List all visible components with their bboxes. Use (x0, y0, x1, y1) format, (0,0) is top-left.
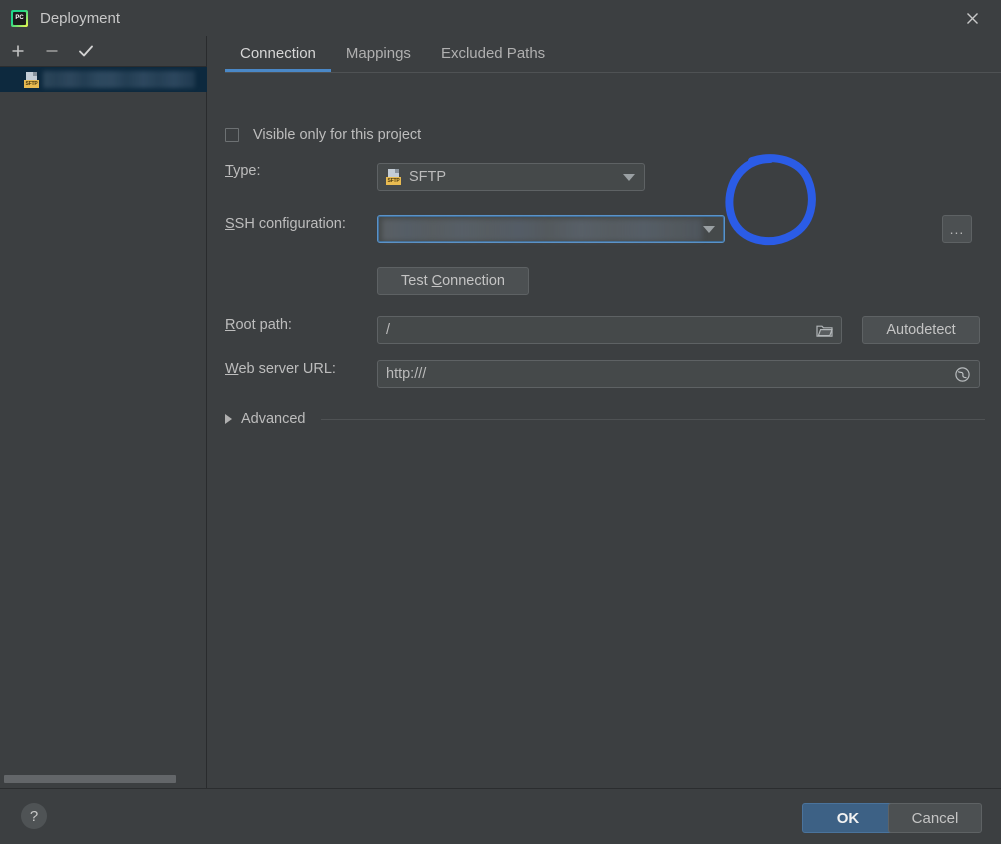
web-server-url-label-wrap: Web server URL: (225, 361, 336, 377)
pycharm-icon (11, 9, 28, 27)
plus-icon[interactable] (8, 41, 28, 61)
sftp-badge-label: SFTP (386, 177, 401, 185)
advanced-label: Advanced (241, 411, 306, 427)
type-label: Type: (225, 163, 261, 179)
root-path-label-wrap: Root path: (225, 317, 292, 333)
sftp-badge-label: SFTP (24, 79, 39, 88)
ssh-configuration-combobox[interactable] (377, 215, 725, 243)
help-button[interactable]: ? (21, 803, 47, 829)
root-path-label: Root path: (225, 317, 292, 333)
visible-only-checkbox[interactable] (225, 128, 239, 142)
type-value: SFTP (409, 169, 447, 185)
tab-connection[interactable]: Connection (225, 36, 331, 72)
tab-excluded-paths[interactable]: Excluded Paths (426, 36, 560, 72)
ssh-config-label-wrap: SSH configuration: (225, 216, 346, 232)
type-label-wrap: Type: (225, 163, 260, 179)
server-list-toolbar (0, 36, 206, 67)
type-combobox[interactable]: SFTP SFTP (377, 163, 645, 191)
advanced-divider (320, 418, 985, 420)
root-path-input[interactable]: / (377, 316, 842, 344)
window-title: Deployment (40, 9, 121, 27)
tab-mappings[interactable]: Mappings (331, 36, 426, 72)
title-bar: Deployment (0, 0, 1001, 36)
chevron-down-icon[interactable] (623, 174, 635, 181)
chevron-down-icon[interactable] (703, 226, 715, 233)
test-connection-label: Test Connection (401, 273, 505, 289)
ok-button[interactable]: OK (802, 803, 894, 833)
visible-only-row: Visible only for this project (225, 127, 421, 143)
autodetect-button[interactable]: Autodetect (862, 316, 980, 344)
dialog-button-bar: ? OK Cancel (0, 788, 1001, 844)
web-server-url-input[interactable]: http:/// (377, 360, 980, 388)
ssh-configuration-label: SSH configuration: (225, 216, 346, 232)
autodetect-label: Autodetect (886, 322, 956, 338)
test-connection-button[interactable]: Test Connection (377, 267, 529, 295)
web-server-url-label: Web server URL: (225, 361, 336, 377)
root-path-value: / (386, 322, 391, 338)
web-server-url-value: http:/// (386, 366, 427, 382)
close-icon[interactable] (943, 0, 1001, 36)
server-name-redacted (43, 71, 195, 88)
tab-bar-divider (225, 72, 1001, 73)
deployment-dialog: Deployment (0, 0, 1001, 844)
globe-icon[interactable] (949, 362, 975, 386)
visible-only-label: Visible only for this project (253, 127, 422, 143)
list-item[interactable]: SFTP (0, 67, 207, 92)
triangle-right-icon[interactable] (225, 414, 232, 424)
ellipsis-icon: ... (949, 221, 965, 237)
tab-bar: Connection Mappings Excluded Paths (208, 36, 1001, 73)
ssh-configuration-browse-button[interactable]: ... (942, 215, 972, 243)
check-icon[interactable] (76, 41, 96, 61)
ssh-configuration-value-redacted (382, 219, 702, 241)
sftp-file-icon: SFTP (24, 71, 40, 88)
cancel-button[interactable]: Cancel (888, 803, 982, 833)
scrollbar-thumb[interactable] (4, 775, 176, 783)
advanced-section[interactable]: Advanced (225, 411, 985, 427)
connection-panel: Connection Mappings Excluded Paths Visib… (208, 36, 1001, 788)
server-list-panel: SFTP (0, 36, 207, 788)
minus-icon[interactable] (42, 41, 62, 61)
folder-icon[interactable] (811, 318, 837, 342)
horizontal-scrollbar[interactable] (0, 773, 206, 785)
sftp-file-icon: SFTP (386, 169, 402, 185)
